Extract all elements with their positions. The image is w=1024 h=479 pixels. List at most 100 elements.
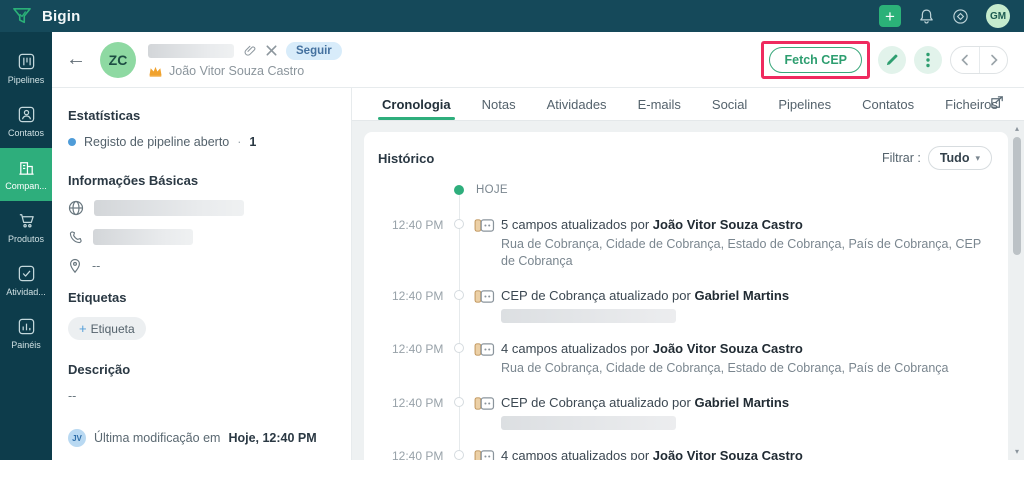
bigin-app-window: Bigin + GM Pipelines Contatos Compan... … xyxy=(0,0,1024,461)
tab-ficheiros[interactable]: Ficheiros xyxy=(945,88,998,120)
timeline-today-dot-icon xyxy=(454,185,464,195)
timeline-node-icon xyxy=(454,343,464,353)
company-name-redacted xyxy=(148,44,234,58)
address-value: -- xyxy=(92,259,100,273)
tab-emails[interactable]: E-mails xyxy=(638,88,681,120)
timeline-entry[interactable]: 12:40 PM 4 campos atualizados por João V… xyxy=(378,447,992,460)
description-section-title: Descrição xyxy=(68,362,335,377)
phone-value-redacted xyxy=(93,229,193,245)
sidebar-item-pipelines[interactable]: Pipelines xyxy=(0,42,52,95)
timeline-node-icon xyxy=(454,290,464,300)
edit-pencil-icon[interactable] xyxy=(878,46,906,74)
tab-social[interactable]: Social xyxy=(712,88,747,120)
bigin-logo-icon xyxy=(12,7,32,25)
description-value: -- xyxy=(68,389,335,403)
actor-name: Gabriel Martins xyxy=(694,288,789,303)
main-region: ← ZC Seguir João Vitor S xyxy=(52,32,1024,461)
scroll-up-arrow-icon[interactable]: ▴ xyxy=(1010,124,1024,133)
follow-button[interactable]: Seguir xyxy=(286,42,342,60)
back-arrow-icon[interactable]: ← xyxy=(66,48,86,71)
field-update-icon xyxy=(474,447,495,460)
actor-name: Gabriel Martins xyxy=(694,395,789,410)
globe-icon xyxy=(68,200,84,216)
entry-detail-redacted xyxy=(501,416,676,430)
sidebar-item-contatos[interactable]: Contatos xyxy=(0,95,52,148)
actor-name: João Vitor Souza Castro xyxy=(653,341,803,356)
stat-value: 1 xyxy=(249,135,256,149)
actor-name: João Vitor Souza Castro xyxy=(653,448,803,460)
previous-record-button[interactable] xyxy=(951,47,979,73)
record-pager xyxy=(950,46,1008,74)
scrollbar-thumb[interactable] xyxy=(1013,137,1021,255)
fetch-cep-button[interactable]: Fetch CEP xyxy=(769,47,862,73)
address-field[interactable]: -- xyxy=(68,258,335,274)
open-pipeline-stat[interactable]: Registo de pipeline aberto · 1 xyxy=(68,135,335,149)
stats-section-title: Estatísticas xyxy=(68,108,335,123)
phone-icon xyxy=(68,230,83,245)
sidebar-nav: Pipelines Contatos Compan... Produtos At… xyxy=(0,32,52,460)
filter-dropdown[interactable]: Tudo ▾ xyxy=(928,146,992,170)
next-record-button[interactable] xyxy=(979,47,1007,73)
timeline-entry[interactable]: 12:40 PM CEP de Cobrança atualizado por … xyxy=(378,394,992,430)
timeline-entry[interactable]: 12:40 PM CEP de Cobrança atualizado por … xyxy=(378,287,992,323)
location-pin-icon xyxy=(68,258,82,274)
subscription-icon[interactable] xyxy=(952,8,969,25)
dashboards-icon xyxy=(17,317,36,336)
field-update-icon xyxy=(474,216,495,234)
tab-contatos[interactable]: Contatos xyxy=(862,88,914,120)
vertical-scrollbar[interactable]: ▴ ▾ xyxy=(1010,121,1024,460)
filter-label: Filtrar : xyxy=(882,151,921,165)
stat-label: Registo de pipeline aberto xyxy=(84,135,229,149)
owner-crown-icon xyxy=(148,65,163,77)
modified-label: Última modificação em xyxy=(94,431,220,445)
add-tag-button[interactable]: + Etiqueta xyxy=(68,317,146,340)
pipelines-icon xyxy=(17,52,36,71)
record-tabs: Cronologia Notas Atividades E-mails Social Pi… xyxy=(352,88,1024,121)
scroll-down-arrow-icon[interactable]: ▾ xyxy=(1010,447,1024,456)
sidebar-item-produtos[interactable]: Produtos xyxy=(0,201,52,254)
history-timeline: HOJE 12:40 PM 5 campos atualizados por J… xyxy=(378,184,992,460)
record-info-panel: Estatísticas Registo de pipeline aberto … xyxy=(52,88,352,460)
modified-time: Hoje, 12:40 PM xyxy=(228,431,316,445)
field-update-icon xyxy=(474,287,495,305)
record-header: ← ZC Seguir João Vitor S xyxy=(52,32,1024,88)
tab-cronologia[interactable]: Cronologia xyxy=(382,88,451,120)
twitter-x-icon[interactable] xyxy=(265,44,278,57)
sidebar-item-compan[interactable]: Compan... xyxy=(0,148,52,201)
products-icon xyxy=(17,211,36,230)
sidebar-item-atividad[interactable]: Atividad... xyxy=(0,254,52,307)
history-card: Histórico Filtrar : Tudo ▾ HOJE xyxy=(364,132,1008,460)
website-value-redacted xyxy=(94,200,244,216)
timeline-entry[interactable]: 12:40 PM 5 campos atualizados por João V… xyxy=(378,216,992,270)
user-avatar[interactable]: GM xyxy=(986,4,1010,28)
timeline-node-icon xyxy=(454,450,464,460)
entry-detail-redacted xyxy=(501,309,676,323)
sidebar-item-painis[interactable]: Painéis xyxy=(0,307,52,360)
annotation-highlight-box: Fetch CEP xyxy=(761,41,870,79)
link-icon[interactable] xyxy=(242,43,257,58)
more-options-kebab-icon[interactable] xyxy=(914,46,942,74)
tags-section-title: Etiquetas xyxy=(68,290,335,305)
quick-add-button[interactable]: + xyxy=(879,5,901,27)
record-detail-area: Cronologia Notas Atividades E-mails Social Pi… xyxy=(352,88,1024,460)
brand[interactable]: Bigin xyxy=(12,7,81,25)
phone-field[interactable] xyxy=(68,229,335,245)
topbar: Bigin + GM xyxy=(0,0,1024,32)
last-modified-row: JV Última modificação em Hoje, 12:40 PM xyxy=(68,429,335,447)
activities-icon xyxy=(17,264,36,283)
timeline-node-icon xyxy=(454,397,464,407)
actor-name: João Vitor Souza Castro xyxy=(653,217,803,232)
history-title: Histórico xyxy=(378,151,434,166)
plus-icon: + xyxy=(79,321,87,336)
tab-atividades[interactable]: Atividades xyxy=(547,88,607,120)
website-field[interactable] xyxy=(68,200,335,216)
chevron-down-icon: ▾ xyxy=(975,153,980,164)
companies-icon xyxy=(17,158,36,177)
field-update-icon xyxy=(474,340,495,358)
timeline-entry[interactable]: 12:40 PM 4 campos atualizados por João V… xyxy=(378,340,992,377)
company-avatar: ZC xyxy=(100,42,136,78)
notifications-bell-icon[interactable] xyxy=(918,8,935,25)
basic-info-section-title: Informações Básicas xyxy=(68,173,335,188)
tab-notas[interactable]: Notas xyxy=(482,88,516,120)
tab-pipelines[interactable]: Pipelines xyxy=(778,88,831,120)
